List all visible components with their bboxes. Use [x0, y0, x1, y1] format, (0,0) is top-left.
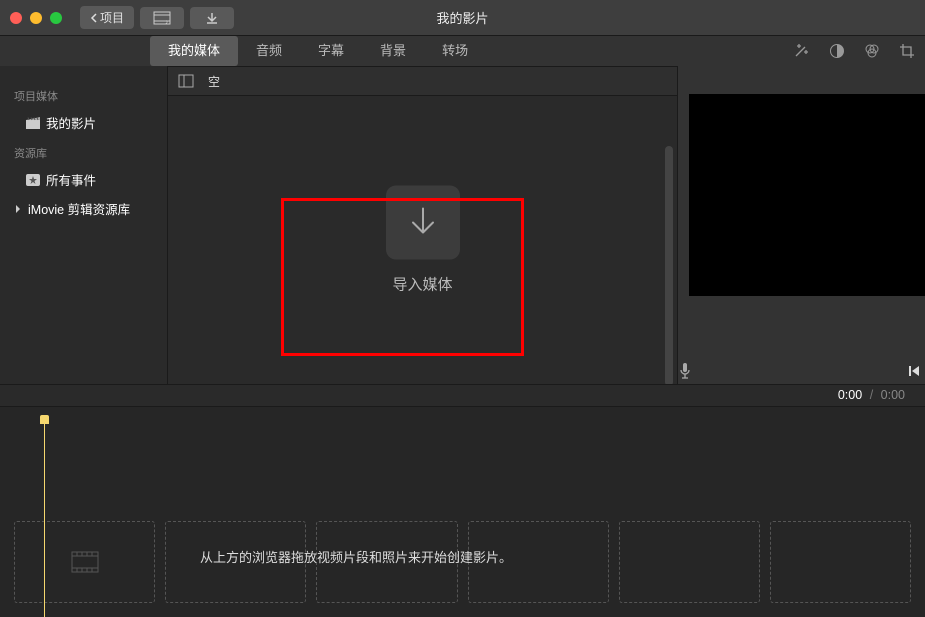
clip-slot[interactable]: [14, 521, 155, 603]
preview-canvas-wrap: [678, 66, 925, 358]
svg-text:♪: ♪: [165, 19, 169, 25]
window-controls: [10, 12, 62, 24]
sidebar-header-libraries: 资源库: [0, 141, 167, 165]
tab-bar: 我的媒体 音频 字幕 背景 转场: [0, 36, 925, 66]
tab-backgrounds[interactable]: 背景: [362, 36, 424, 66]
microphone-icon[interactable]: [678, 362, 692, 380]
time-current: 0:00: [838, 388, 862, 402]
preview-pane: [677, 36, 925, 384]
tab-titles[interactable]: 字幕: [300, 36, 362, 66]
sidebar: 项目媒体 我的影片 资源库 所有事件 iMovie 剪辑资源库: [0, 36, 168, 384]
clip-slot[interactable]: [619, 521, 760, 603]
scrollbar[interactable]: [665, 146, 673, 384]
filmstrip-icon: [71, 551, 99, 573]
time-total: 0:00: [881, 388, 905, 402]
import-button[interactable]: [190, 7, 234, 29]
time-separator: /: [870, 388, 873, 402]
fullscreen-window-button[interactable]: [50, 12, 62, 24]
time-display: 0:00 / 0:00: [838, 388, 905, 402]
back-to-projects-button[interactable]: 项目: [80, 6, 134, 29]
timeline[interactable]: 从上方的浏览器拖放视频片段和照片来开始创建影片。: [0, 407, 925, 617]
sidebar-item-all-events[interactable]: 所有事件: [0, 165, 167, 194]
tab-transitions[interactable]: 转场: [424, 36, 486, 66]
star-icon: [26, 174, 40, 186]
minimize-window-button[interactable]: [30, 12, 42, 24]
back-label: 项目: [100, 9, 124, 26]
window-title: 我的影片: [436, 8, 488, 27]
crop-icon[interactable]: [899, 43, 915, 59]
playhead[interactable]: [44, 415, 45, 617]
media-filter-label[interactable]: 空: [208, 73, 220, 90]
titlebar: 项目 ♪ 我的影片: [0, 0, 925, 36]
sidebar-item-project[interactable]: 我的影片: [0, 108, 167, 137]
chevron-right-icon: [14, 204, 22, 214]
clip-slot[interactable]: [770, 521, 911, 603]
color-correction-icon[interactable]: [863, 43, 881, 59]
sidebar-item-label: 所有事件: [46, 170, 96, 189]
timeline-header: 0:00 / 0:00: [0, 384, 925, 407]
layout-toggle-button[interactable]: [178, 74, 194, 88]
playhead-head[interactable]: [40, 415, 49, 424]
sidebar-item-label: 我的影片: [46, 113, 96, 132]
clapperboard-icon: [26, 117, 40, 129]
tab-audio[interactable]: 音频: [238, 36, 300, 66]
close-window-button[interactable]: [10, 12, 22, 24]
preview-canvas[interactable]: [689, 94, 925, 296]
timeline-hint: 从上方的浏览器拖放视频片段和照片来开始创建影片。: [200, 547, 512, 566]
enhance-wand-icon[interactable]: [791, 42, 811, 60]
toolbar-group: ♪: [140, 7, 234, 29]
download-arrow-icon: [205, 11, 219, 25]
inspector-tools: [791, 42, 925, 60]
tab-my-media[interactable]: 我的媒体: [150, 36, 238, 66]
skip-back-icon[interactable]: [907, 364, 921, 378]
media-browser[interactable]: 导入媒体: [168, 96, 677, 384]
import-label: 导入媒体: [386, 273, 460, 294]
color-balance-icon[interactable]: [829, 43, 845, 59]
import-icon-box: [386, 185, 460, 259]
sidebar-header-project-media: 项目媒体: [0, 84, 167, 108]
sidebar-item-imovie-library[interactable]: iMovie 剪辑资源库: [0, 194, 167, 223]
media-area: 空 导入媒体: [168, 66, 677, 384]
sidebar-item-label: iMovie 剪辑资源库: [28, 199, 130, 218]
media-view-button[interactable]: ♪: [140, 7, 184, 29]
download-arrow-icon: [403, 202, 443, 242]
media-sub-bar: 空: [168, 66, 677, 96]
import-prompt[interactable]: 导入媒体: [386, 185, 460, 294]
preview-controls: [678, 358, 925, 384]
filmstrip-icon: ♪: [153, 11, 171, 25]
